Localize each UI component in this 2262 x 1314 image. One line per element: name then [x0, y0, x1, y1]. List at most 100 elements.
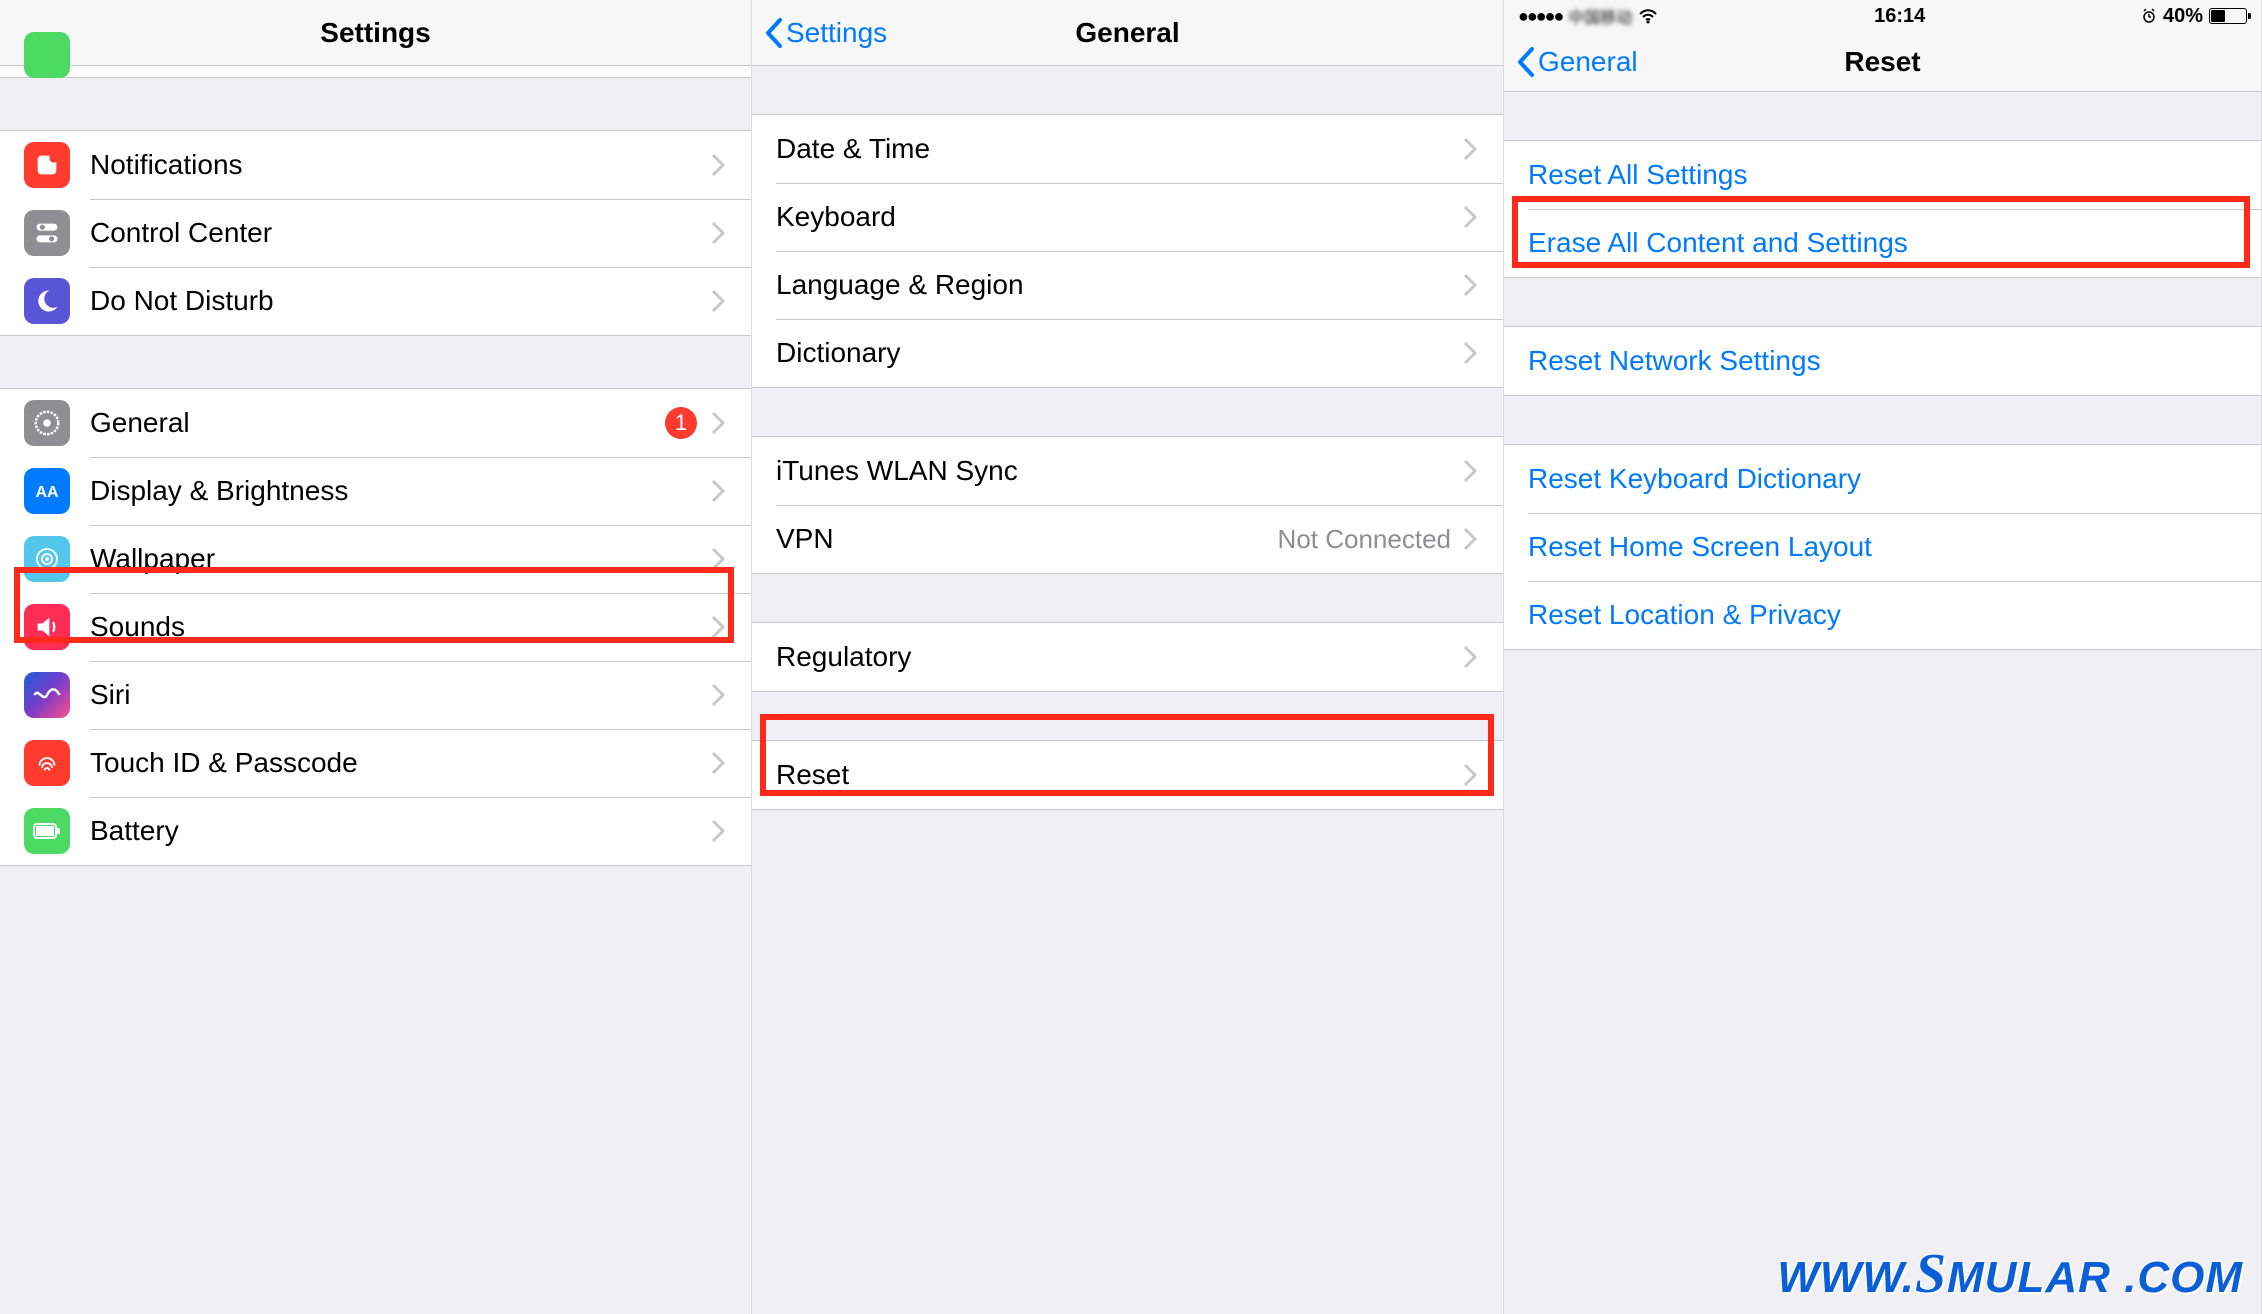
chevron-right-icon: [711, 751, 727, 775]
chevron-left-icon: [1516, 46, 1536, 78]
row-label: Dictionary: [776, 337, 1463, 369]
row-detail: Not Connected: [1278, 524, 1451, 555]
group-spacer: [0, 78, 751, 130]
row-reset-all-settings[interactable]: Reset All Settings: [1504, 141, 2261, 209]
row-battery[interactable]: Battery: [0, 797, 751, 865]
reset-group-2: Reset Network Settings: [1504, 326, 2261, 396]
row-reset[interactable]: Reset: [752, 741, 1503, 809]
row-notifications[interactable]: Notifications: [0, 131, 751, 199]
chevron-right-icon: [1463, 459, 1479, 483]
chevron-right-icon: [1463, 137, 1479, 161]
row-label: Reset: [776, 759, 1463, 791]
nav-title: Settings: [320, 17, 430, 49]
row-reset-home-layout[interactable]: Reset Home Screen Layout: [1504, 513, 2261, 581]
row-label: iTunes WLAN Sync: [776, 455, 1463, 487]
row-date-time[interactable]: Date & Time: [752, 115, 1503, 183]
partial-row-above: [0, 66, 751, 78]
chevron-right-icon: [711, 615, 727, 639]
gear-icon: [24, 400, 70, 446]
battery-indicator-icon: [2209, 8, 2247, 24]
group-spacer: [752, 66, 1503, 114]
badge-count: 1: [665, 407, 697, 439]
touchid-icon: [24, 740, 70, 786]
row-vpn[interactable]: VPN Not Connected: [752, 505, 1503, 573]
back-button[interactable]: General: [1516, 32, 1638, 91]
carrier-blurred: 中国移动: [1568, 4, 1632, 28]
row-label: General: [90, 407, 665, 439]
row-reset-keyboard-dict[interactable]: Reset Keyboard Dictionary: [1504, 445, 2261, 513]
general-group-2: iTunes WLAN Sync VPN Not Connected: [752, 436, 1503, 574]
row-reset-network[interactable]: Reset Network Settings: [1504, 327, 2261, 395]
group-spacer: [1504, 396, 2261, 444]
row-keyboard[interactable]: Keyboard: [752, 183, 1503, 251]
control-center-icon: [24, 210, 70, 256]
row-label: Keyboard: [776, 201, 1463, 233]
sounds-icon: [24, 604, 70, 650]
group-spacer: [752, 692, 1503, 740]
reset-group-3: Reset Keyboard Dictionary Reset Home Scr…: [1504, 444, 2261, 650]
row-dictionary[interactable]: Dictionary: [752, 319, 1503, 387]
chevron-right-icon: [711, 411, 727, 435]
battery-icon: [24, 808, 70, 854]
row-label: Notifications: [90, 149, 711, 181]
battery-percent: 40%: [2163, 5, 2203, 28]
status-time: 16:14: [1874, 5, 1925, 28]
group-spacer: [0, 336, 751, 388]
settings-panel: Settings Notifications Control Center Do…: [0, 0, 752, 1314]
chevron-right-icon: [1463, 205, 1479, 229]
row-label: Siri: [90, 679, 711, 711]
navbar-settings: Settings: [0, 0, 751, 66]
siri-icon: [24, 672, 70, 718]
row-label: Language & Region: [776, 269, 1463, 301]
back-button[interactable]: Settings: [764, 0, 887, 65]
row-label: Display & Brightness: [90, 475, 711, 507]
row-itunes-sync[interactable]: iTunes WLAN Sync: [752, 437, 1503, 505]
general-panel: Settings General Date & Time Keyboard La…: [752, 0, 1504, 1314]
dnd-icon: [24, 278, 70, 324]
general-group-1: Date & Time Keyboard Language & Region D…: [752, 114, 1503, 388]
row-dnd[interactable]: Do Not Disturb: [0, 267, 751, 335]
back-label: Settings: [786, 17, 887, 49]
row-label: Sounds: [90, 611, 711, 643]
row-general[interactable]: General 1: [0, 389, 751, 457]
watermark-text: WWW.SMULAR .COM: [1777, 1242, 2243, 1306]
row-control-center[interactable]: Control Center: [0, 199, 751, 267]
row-label: Erase All Content and Settings: [1528, 227, 2237, 259]
group-spacer: [752, 574, 1503, 622]
chevron-right-icon: [1463, 273, 1479, 297]
display-icon: AA: [24, 468, 70, 514]
row-label: Reset Network Settings: [1528, 345, 2237, 377]
row-label: Reset Location & Privacy: [1528, 599, 2237, 631]
chevron-right-icon: [711, 289, 727, 313]
chevron-right-icon: [1463, 645, 1479, 669]
group-spacer: [752, 388, 1503, 436]
row-sounds[interactable]: Sounds: [0, 593, 751, 661]
row-label: Regulatory: [776, 641, 1463, 673]
row-touchid[interactable]: Touch ID & Passcode: [0, 729, 751, 797]
row-label: VPN: [776, 523, 1278, 555]
row-reset-location-privacy[interactable]: Reset Location & Privacy: [1504, 581, 2261, 649]
chevron-right-icon: [711, 819, 727, 843]
row-regulatory[interactable]: Regulatory: [752, 623, 1503, 691]
row-label: Touch ID & Passcode: [90, 747, 711, 779]
alarm-icon: [2141, 8, 2157, 24]
back-label: General: [1538, 46, 1638, 78]
row-label: Date & Time: [776, 133, 1463, 165]
group-spacer: [1504, 92, 2261, 140]
row-wallpaper[interactable]: Wallpaper: [0, 525, 751, 593]
status-bar: ●●●●● 中国移动 16:14 40%: [1504, 0, 2261, 32]
chevron-right-icon: [711, 547, 727, 571]
row-label: Control Center: [90, 217, 711, 249]
row-label: Reset Keyboard Dictionary: [1528, 463, 2237, 495]
chevron-right-icon: [711, 683, 727, 707]
chevron-right-icon: [1463, 763, 1479, 787]
row-siri[interactable]: Siri: [0, 661, 751, 729]
chevron-right-icon: [711, 479, 727, 503]
row-display[interactable]: AA Display & Brightness: [0, 457, 751, 525]
chevron-right-icon: [711, 221, 727, 245]
row-language-region[interactable]: Language & Region: [752, 251, 1503, 319]
chevron-right-icon: [711, 153, 727, 177]
chevron-left-icon: [764, 17, 784, 49]
row-erase-all[interactable]: Erase All Content and Settings: [1504, 209, 2261, 277]
chevron-right-icon: [1463, 341, 1479, 365]
